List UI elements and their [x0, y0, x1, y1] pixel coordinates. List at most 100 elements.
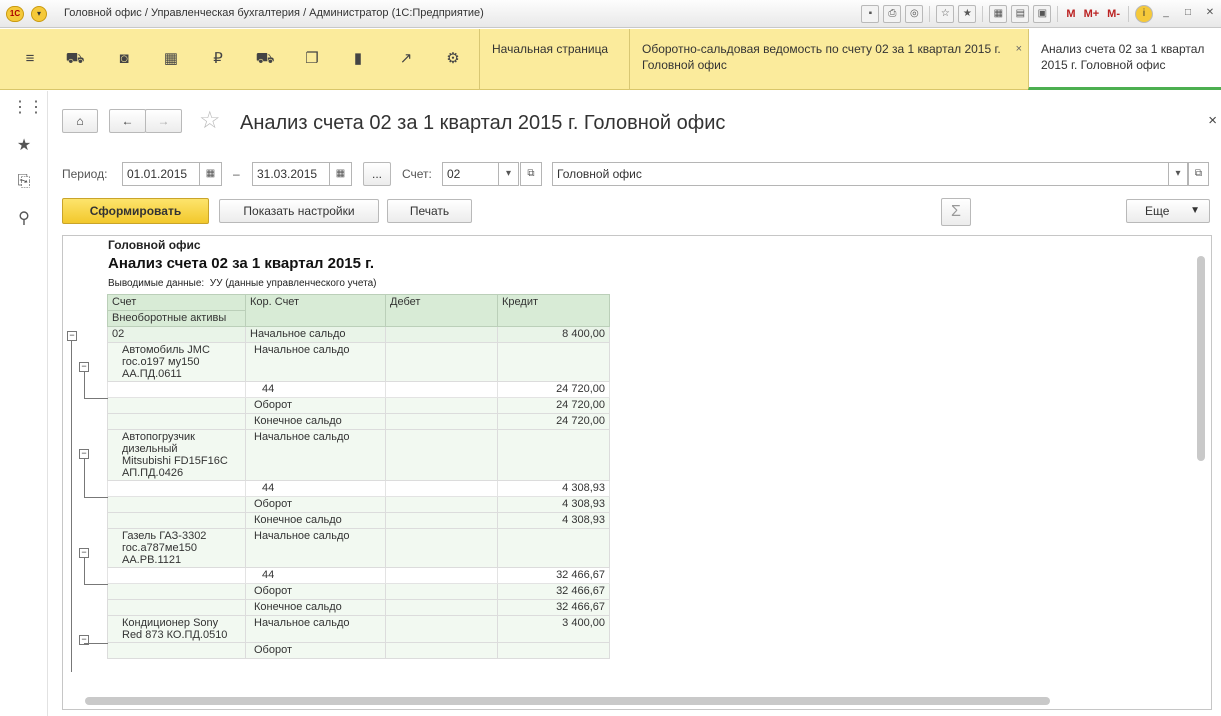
- cell-credit[interactable]: 3 400,00: [497, 615, 610, 643]
- cell-debit[interactable]: [385, 567, 498, 584]
- calendar-icon[interactable]: ▤: [1011, 5, 1030, 23]
- cell-account[interactable]: 02: [107, 326, 246, 343]
- favorite-star-icon[interactable]: ☆: [199, 108, 221, 134]
- apps-grid-icon[interactable]: ⋮⋮: [12, 96, 44, 120]
- date-to-field[interactable]: 31.03.2015: [252, 162, 330, 186]
- cell-account[interactable]: [107, 642, 246, 659]
- cell-credit[interactable]: 32 466,67: [497, 583, 610, 600]
- date-from-field[interactable]: 01.01.2015: [122, 162, 200, 186]
- memory-button[interactable]: M: [1066, 8, 1075, 20]
- home-button[interactable]: ⌂: [62, 109, 98, 133]
- cell-credit[interactable]: 8 400,00: [497, 326, 610, 343]
- info-icon[interactable]: i: [1135, 5, 1153, 23]
- preview-icon[interactable]: ◎: [905, 5, 924, 23]
- collapse-toggle-icon[interactable]: −: [79, 547, 89, 558]
- memory-minus-button[interactable]: M-: [1107, 8, 1120, 20]
- forward-button[interactable]: →: [145, 109, 182, 133]
- collapse-toggle-icon[interactable]: −: [67, 330, 77, 341]
- cell-debit[interactable]: [385, 397, 498, 414]
- favorites-add-icon[interactable]: ☆: [936, 5, 955, 23]
- cell-corr-account[interactable]: 44: [245, 480, 386, 497]
- organization-dropdown-icon[interactable]: ▾: [1168, 162, 1188, 186]
- cell-corr-account[interactable]: 44: [245, 381, 386, 398]
- cell-debit[interactable]: [385, 413, 498, 430]
- cell-corr-account[interactable]: Конечное сальдо: [245, 413, 386, 430]
- history-icon[interactable]: ⎘: [12, 170, 36, 194]
- app-logo-icon[interactable]: 1С: [6, 6, 24, 22]
- favorites-star-icon[interactable]: ★: [12, 134, 36, 158]
- warehouse-icon[interactable]: ▦: [159, 47, 183, 71]
- print-button[interactable]: Печать: [387, 199, 472, 223]
- cell-credit[interactable]: [497, 342, 610, 382]
- close-window-icon[interactable]: ✕: [1201, 5, 1219, 23]
- settings-gear-icon[interactable]: ⚙: [441, 47, 465, 71]
- account-field[interactable]: 02: [442, 162, 499, 186]
- search-icon[interactable]: ⚲: [12, 207, 36, 231]
- cell-credit[interactable]: 4 308,93: [497, 512, 610, 529]
- favorites-icon[interactable]: ★: [958, 5, 977, 23]
- cell-account[interactable]: [107, 480, 246, 497]
- account-open-icon[interactable]: ⧉: [520, 162, 542, 186]
- cell-debit[interactable]: [385, 583, 498, 600]
- cell-debit[interactable]: [385, 342, 498, 382]
- cell-debit[interactable]: [385, 642, 498, 659]
- cell-debit[interactable]: [385, 326, 498, 343]
- money-icon[interactable]: ₽: [206, 47, 230, 71]
- cell-debit[interactable]: [385, 512, 498, 529]
- cell-corr-account[interactable]: Конечное сальдо: [245, 512, 386, 529]
- cell-account[interactable]: [107, 381, 246, 398]
- print-icon[interactable]: ⎙: [883, 5, 902, 23]
- organization-open-icon[interactable]: ⧉: [1188, 162, 1209, 186]
- sales-icon[interactable]: ⛟: [63, 47, 87, 71]
- cell-debit[interactable]: [385, 480, 498, 497]
- cell-corr-account[interactable]: Оборот: [245, 397, 386, 414]
- back-button[interactable]: ←: [109, 109, 146, 133]
- main-menu-icon[interactable]: ≡: [18, 47, 42, 71]
- cell-account[interactable]: Газель ГАЗ-3302 гос.а787ме150 АА.РВ.1121: [107, 528, 246, 568]
- purchases-icon[interactable]: ◙: [112, 47, 136, 71]
- cell-corr-account[interactable]: Оборот: [245, 496, 386, 513]
- cell-corr-account[interactable]: 44: [245, 567, 386, 584]
- cell-corr-account[interactable]: Начальное сальдо: [245, 429, 386, 481]
- collapse-toggle-icon[interactable]: −: [79, 361, 89, 372]
- collapse-toggle-icon[interactable]: −: [79, 448, 89, 459]
- calculator-icon[interactable]: ▦: [989, 5, 1008, 23]
- cell-corr-account[interactable]: Начальное сальдо: [245, 528, 386, 568]
- cell-debit[interactable]: [385, 496, 498, 513]
- cell-account[interactable]: [107, 583, 246, 600]
- cell-debit[interactable]: [385, 599, 498, 616]
- save-icon[interactable]: ▪: [861, 5, 880, 23]
- cell-account[interactable]: [107, 567, 246, 584]
- cell-credit[interactable]: 24 720,00: [497, 381, 610, 398]
- cell-credit[interactable]: 24 720,00: [497, 413, 610, 430]
- memory-plus-button[interactable]: M+: [1084, 8, 1100, 20]
- show-settings-button[interactable]: Показать настройки: [219, 199, 379, 223]
- cell-corr-account[interactable]: Конечное сальдо: [245, 599, 386, 616]
- cell-credit[interactable]: [497, 528, 610, 568]
- analytics-icon[interactable]: ↗: [394, 47, 418, 71]
- account-dropdown-icon[interactable]: ▾: [498, 162, 519, 186]
- cell-credit[interactable]: 4 308,93: [497, 480, 610, 497]
- cell-credit[interactable]: [497, 429, 610, 481]
- cell-debit[interactable]: [385, 528, 498, 568]
- tab-home[interactable]: Начальная страница: [479, 29, 629, 90]
- generate-button[interactable]: Сформировать: [62, 198, 209, 224]
- cell-account[interactable]: Автомобиль JMC гос.о197 му150 АА.ПД.0611: [107, 342, 246, 382]
- close-form-icon[interactable]: ×: [1208, 112, 1217, 129]
- more-button[interactable]: Еще ▼: [1126, 199, 1210, 223]
- maximize-icon[interactable]: □: [1179, 5, 1197, 23]
- cell-debit[interactable]: [385, 429, 498, 481]
- cell-account[interactable]: Кондиционер Sony Red 873 КО.ПД.0510: [107, 615, 246, 643]
- horizontal-scrollbar-thumb[interactable]: [85, 697, 1050, 705]
- delivery-icon[interactable]: ⛟: [253, 47, 277, 71]
- vertical-scrollbar-thumb[interactable]: [1197, 256, 1205, 461]
- report-spreadsheet[interactable]: Головной офис Анализ счета 02 за 1 кварт…: [62, 235, 1212, 710]
- cell-credit[interactable]: [497, 642, 610, 659]
- horizontal-scrollbar[interactable]: [85, 697, 1185, 705]
- vertical-scrollbar[interactable]: [1197, 256, 1205, 701]
- reports-icon[interactable]: ▮: [346, 47, 370, 71]
- cell-corr-account[interactable]: Начальное сальдо: [245, 615, 386, 643]
- cell-credit[interactable]: 24 720,00: [497, 397, 610, 414]
- cell-corr-account[interactable]: Оборот: [245, 642, 386, 659]
- date-from-calendar-icon[interactable]: ▦: [199, 162, 222, 186]
